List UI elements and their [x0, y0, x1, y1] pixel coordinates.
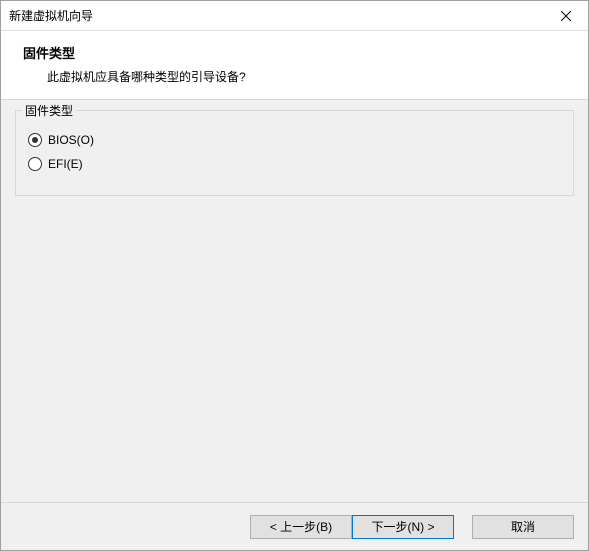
radio-label: EFI(E) — [48, 157, 83, 171]
radio-label: BIOS(O) — [48, 133, 94, 147]
radio-option-efi[interactable]: EFI(E) — [28, 157, 561, 171]
radio-icon — [28, 157, 42, 171]
next-button[interactable]: 下一步(N) > — [352, 515, 454, 539]
content-area: 固件类型 BIOS(O) EFI(E) — [1, 100, 588, 502]
close-icon — [561, 11, 571, 21]
nav-button-group: < 上一步(B) 下一步(N) > — [250, 515, 454, 539]
close-button[interactable] — [543, 1, 588, 30]
cancel-button[interactable]: 取消 — [472, 515, 574, 539]
radio-icon — [28, 133, 42, 147]
titlebar: 新建虚拟机向导 — [1, 1, 588, 31]
wizard-header: 固件类型 此虚拟机应具备哪种类型的引导设备? — [1, 31, 588, 100]
page-title: 固件类型 — [23, 43, 578, 62]
window-title: 新建虚拟机向导 — [9, 7, 93, 24]
back-button[interactable]: < 上一步(B) — [250, 515, 352, 539]
radio-option-bios[interactable]: BIOS(O) — [28, 133, 561, 147]
groupbox-title: 固件类型 — [22, 102, 76, 119]
page-subtitle: 此虚拟机应具备哪种类型的引导设备? — [23, 68, 578, 85]
wizard-window: 新建虚拟机向导 固件类型 此虚拟机应具备哪种类型的引导设备? 固件类型 BIOS… — [0, 0, 589, 551]
wizard-footer: < 上一步(B) 下一步(N) > 取消 — [1, 502, 588, 550]
firmware-type-group: 固件类型 BIOS(O) EFI(E) — [15, 110, 574, 196]
